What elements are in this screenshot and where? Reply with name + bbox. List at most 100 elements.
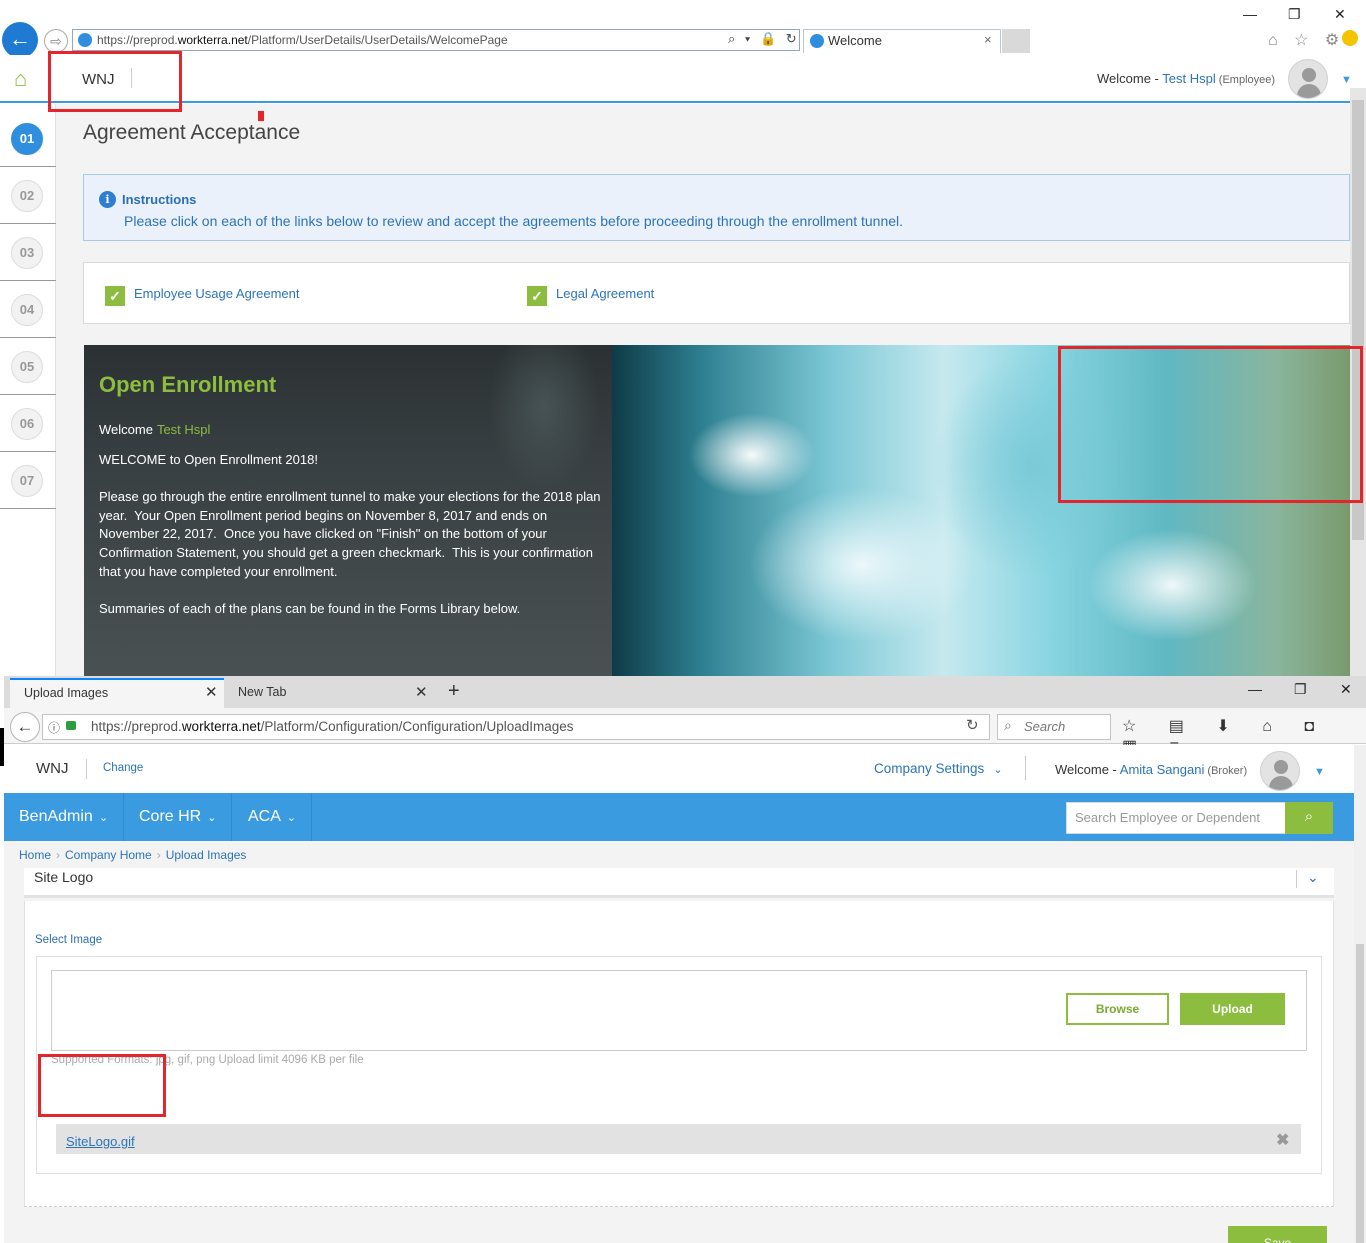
uploaded-file-row	[56, 1124, 1301, 1154]
user-name-link[interactable]: Test Hspl	[1162, 71, 1215, 86]
nav-core-hr[interactable]: Core HR ⌄	[124, 793, 233, 841]
new-tab-plus-icon[interactable]: +	[448, 680, 460, 703]
ie-browser-window: ← ⇨ https://preprod.workterra.net/Platfo…	[0, 0, 1366, 676]
upload-button[interactable]: Upload	[1180, 993, 1285, 1025]
info-icon[interactable]: ⓘ	[48, 719, 60, 736]
company-name: WNJ	[36, 760, 69, 777]
nav-benadmin[interactable]: BenAdmin ⌄	[4, 793, 125, 841]
tab-close-icon[interactable]: ✕	[415, 683, 428, 701]
restore-icon[interactable]: ❐	[1288, 6, 1301, 23]
browse-button[interactable]: Browse	[1066, 993, 1169, 1025]
browser-search-input[interactable]: Search	[997, 714, 1111, 740]
url-prefix: https://preprod.	[91, 719, 182, 734]
url-prefix: https://preprod.	[97, 33, 178, 47]
url-path: /Platform/UserDetails/UserDetails/Welcom…	[247, 33, 508, 47]
forward-arrow-icon[interactable]: ⇨	[44, 29, 68, 53]
step-05[interactable]: 05	[0, 338, 56, 395]
step-02[interactable]: 02	[0, 167, 56, 224]
scrollbar-thumb[interactable]	[1356, 944, 1364, 1243]
instructions-box	[83, 174, 1350, 241]
url-path: /Platform/Configuration/Configuration/Up…	[260, 719, 574, 734]
step-04[interactable]: 04	[0, 281, 56, 338]
tab-close-icon[interactable]: ×	[984, 32, 992, 47]
chevron-down-icon: ⌄	[993, 764, 1003, 776]
chevron-down-icon: ⌄	[98, 812, 109, 824]
avatar[interactable]	[1260, 751, 1300, 791]
new-tab-button[interactable]	[1002, 29, 1030, 53]
feedback-smiley-icon[interactable]	[1342, 30, 1358, 46]
employee-search-input[interactable]: Search Employee or Dependent	[1066, 802, 1286, 834]
annotation-box	[48, 51, 182, 112]
welcome-text: Welcome - Amita Sangani (Broker)	[1055, 762, 1247, 777]
banner-user-name: Test Hspl	[156, 422, 211, 437]
banner-title: Open Enrollment	[99, 372, 277, 397]
banner-welcome: Welcome Test Hspl	[99, 422, 210, 437]
breadcrumb-upload-images[interactable]: Upload Images	[166, 848, 247, 862]
annotation-box	[1058, 346, 1363, 503]
header-divider	[86, 759, 87, 779]
close-window-icon[interactable]: ✕	[1334, 6, 1346, 23]
tab-upload-images[interactable]: Upload Images	[10, 678, 224, 708]
user-name-link[interactable]: Amita Sangani	[1120, 762, 1205, 777]
legal-agreement-link[interactable]: Legal Agreement	[556, 286, 654, 301]
search-icon: ⌕	[1004, 717, 1012, 733]
firefox-browser-window: Upload Images ✕ New Tab ✕ + — ❐ ✕ https:…	[0, 676, 1366, 1243]
header-divider	[1025, 756, 1026, 780]
welcome-text: Welcome - Test Hspl (Employee)	[1097, 71, 1275, 86]
url-bar[interactable]: https://preprod.workterra.net/Platform/C…	[42, 714, 990, 740]
employee-usage-agreement-link[interactable]: Employee Usage Agreement	[134, 286, 299, 301]
instructions-text: Please click on each of the links below …	[124, 213, 904, 229]
minimize-icon[interactable]: —	[1248, 681, 1262, 697]
info-icon: i	[99, 191, 116, 208]
section-title: Site Logo	[34, 869, 94, 885]
select-image-label: Select Image	[35, 934, 103, 946]
save-button[interactable]: Save	[1228, 1226, 1327, 1243]
url-domain: workterra.net	[181, 719, 261, 734]
checkbox-checked-icon[interactable]: ✓	[105, 286, 125, 306]
site-logo-section-header[interactable]	[24, 868, 1334, 898]
nav-aca[interactable]: ACA ⌄	[233, 793, 313, 841]
welcome-label: Welcome -	[1097, 71, 1163, 86]
home-favorites-settings-icons[interactable]: ⌂ ☆ ⚙	[1268, 30, 1345, 50]
breadcrumb: Home › Company Home › Upload Images	[19, 848, 247, 862]
breadcrumb-company-home[interactable]: Company Home	[65, 848, 152, 862]
chevron-down-icon[interactable]: ▼	[1341, 74, 1352, 86]
section-divider	[1296, 870, 1297, 888]
checkbox-checked-icon[interactable]: ✓	[527, 286, 547, 306]
step-06[interactable]: 06	[0, 395, 56, 452]
chevron-down-icon[interactable]: ⌄	[1307, 869, 1319, 886]
step-07[interactable]: 07	[0, 452, 56, 509]
tab-close-icon[interactable]: ✕	[205, 683, 218, 701]
remove-file-icon[interactable]: ✖	[1276, 1130, 1289, 1150]
avatar[interactable]	[1288, 59, 1328, 99]
change-company-link[interactable]: Change	[103, 762, 143, 774]
company-settings-menu[interactable]: Company Settings ⌄	[874, 761, 1003, 776]
back-arrow-icon[interactable]: ←	[2, 22, 38, 58]
chevron-down-icon[interactable]: ▼	[1314, 766, 1325, 778]
step-01[interactable]: 01	[0, 110, 56, 167]
address-bar[interactable]: https://preprod.workterra.net/Platform/U…	[72, 29, 800, 51]
breadcrumb-home[interactable]: Home	[19, 848, 51, 862]
welcome-label: Welcome -	[1055, 762, 1120, 777]
step-03[interactable]: 03	[0, 224, 56, 281]
lock-icon[interactable]	[66, 721, 76, 730]
banner-welcome-label: Welcome	[99, 422, 153, 437]
minimize-icon[interactable]: —	[1243, 6, 1257, 22]
tab-new-tab[interactable]: New Tab	[226, 678, 434, 708]
search-button[interactable]: ⌕	[1285, 802, 1333, 834]
annotation-box	[38, 1054, 166, 1117]
close-window-icon[interactable]: ✕	[1340, 681, 1352, 698]
uploaded-file-link[interactable]: SiteLogo.gif	[66, 1134, 135, 1149]
reload-icon[interactable]: ↻	[966, 716, 979, 734]
back-arrow-icon[interactable]: ←	[10, 712, 40, 742]
user-role: (Broker)	[1204, 765, 1248, 777]
restore-icon[interactable]: ❐	[1294, 681, 1307, 698]
instructions-title: Instructions	[122, 192, 197, 207]
chevron-down-icon: ⌄	[207, 812, 217, 824]
home-icon[interactable]: ⌂	[14, 66, 27, 92]
address-tools-icons[interactable]: ⌕ ▾ 🔒 ↻	[728, 31, 800, 47]
user-role: (Employee)	[1215, 74, 1276, 86]
ie-page-icon	[78, 33, 92, 47]
tab-ie-icon	[810, 34, 824, 48]
tab-welcome[interactable]: Welcome	[803, 29, 1001, 53]
